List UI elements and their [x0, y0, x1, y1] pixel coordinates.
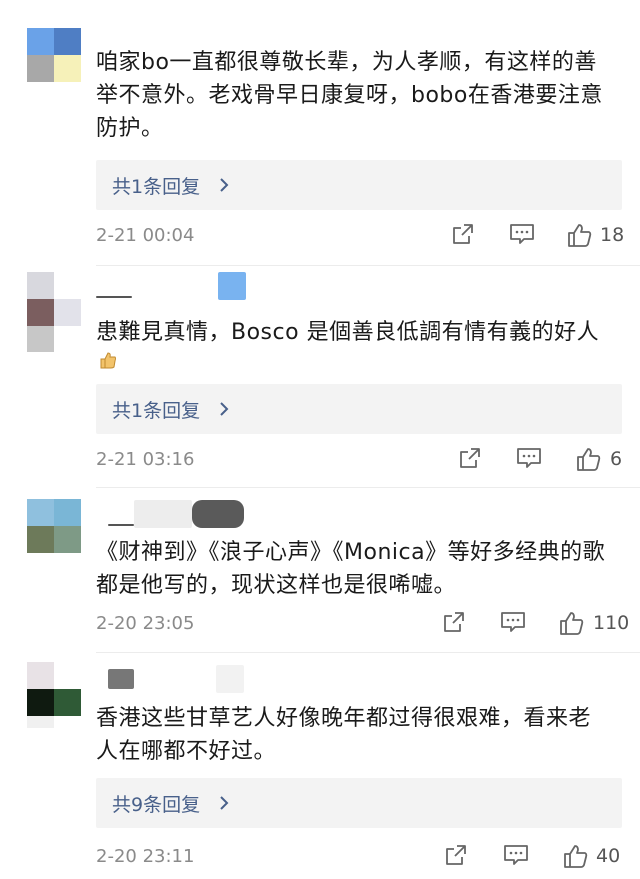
timestamp: 2-20 23:11 — [96, 846, 195, 867]
comment-icon[interactable] — [500, 610, 526, 634]
avatar[interactable] — [27, 28, 81, 82]
comment-icon[interactable] — [516, 446, 542, 470]
share-icon[interactable] — [458, 446, 482, 470]
reply-summary[interactable]: 共1条回复 — [96, 160, 622, 210]
like-count: 110 — [593, 612, 630, 634]
comment-icon[interactable] — [503, 843, 529, 867]
avatar[interactable] — [27, 499, 81, 553]
reply-count-link[interactable]: 共1条回复 — [112, 396, 200, 423]
share-icon[interactable] — [451, 222, 475, 246]
like-count: 6 — [610, 448, 623, 470]
username-redacted[interactable] — [96, 272, 256, 300]
comment-line: 《财神到》《浪子心声》《Monica》等好多经典的歌 — [96, 540, 606, 565]
like-count: 40 — [596, 845, 621, 867]
chevron-right-icon — [220, 796, 229, 810]
comment-meta: 2-21 03:16 6 — [96, 446, 622, 476]
thumbs-up-icon[interactable] — [563, 843, 589, 869]
divider — [96, 265, 640, 266]
divider — [96, 487, 640, 488]
chevron-right-icon — [220, 178, 229, 192]
username-redacted[interactable] — [96, 500, 256, 528]
comment-meta: 2-21 00:04 18 — [96, 222, 625, 252]
comment-text: 患難見真情，Bosco 是個善良低調有情有義的好人 — [96, 316, 622, 349]
comment-line: 香港这些甘草艺人好像晚年都过得很艰难，看来老 — [96, 706, 592, 731]
comment-line: 举不意外。老戏骨早日康复呀，bobo在香港要注意 — [96, 83, 603, 108]
like-count: 18 — [600, 224, 625, 246]
thumbs-up-icon[interactable] — [576, 446, 602, 472]
comment-line: 都是他写的，现状这样也是很唏嘘。 — [96, 573, 457, 598]
divider — [96, 652, 640, 653]
avatar[interactable] — [27, 272, 81, 352]
comment-text: 香港这些甘草艺人好像晚年都过得很艰难，看来老 人在哪都不好过。 — [96, 702, 622, 768]
comment-line: 患難見真情，Bosco 是個善良低調有情有義的好人 — [96, 320, 600, 345]
reply-count-link[interactable]: 共1条回复 — [112, 172, 200, 199]
reply-summary[interactable]: 共1条回复 — [96, 384, 622, 434]
username-redacted[interactable] — [96, 665, 256, 693]
timestamp: 2-21 00:04 — [96, 225, 195, 246]
reply-summary[interactable]: 共9条回复 — [96, 778, 622, 828]
thumbs-up-emoji — [98, 350, 118, 370]
reply-count-link[interactable]: 共9条回复 — [112, 790, 200, 817]
share-icon[interactable] — [442, 610, 466, 634]
timestamp: 2-20 23:05 — [96, 613, 195, 634]
comment-line: 防护。 — [96, 116, 164, 141]
comment-line: 咱家bo一直都很尊敬长辈，为人孝顺，有这样的善 — [96, 50, 597, 75]
thumbs-up-icon[interactable] — [567, 222, 593, 248]
comment-text: 《财神到》《浪子心声》《Monica》等好多经典的歌 都是他写的，现状这样也是很… — [96, 536, 622, 602]
share-icon[interactable] — [444, 843, 468, 867]
thumbs-up-icon[interactable] — [559, 610, 585, 636]
avatar[interactable] — [27, 662, 81, 728]
chevron-right-icon — [220, 402, 229, 416]
timestamp: 2-21 03:16 — [96, 449, 195, 470]
comment-meta: 2-20 23:05 110 — [96, 610, 629, 640]
comment-text: 咱家bo一直都很尊敬长辈，为人孝顺，有这样的善 举不意外。老戏骨早日康复呀，bo… — [96, 46, 622, 145]
comment-icon[interactable] — [509, 222, 535, 246]
comment-line: 人在哪都不好过。 — [96, 739, 277, 764]
comment-meta: 2-20 23:11 40 — [96, 843, 622, 873]
